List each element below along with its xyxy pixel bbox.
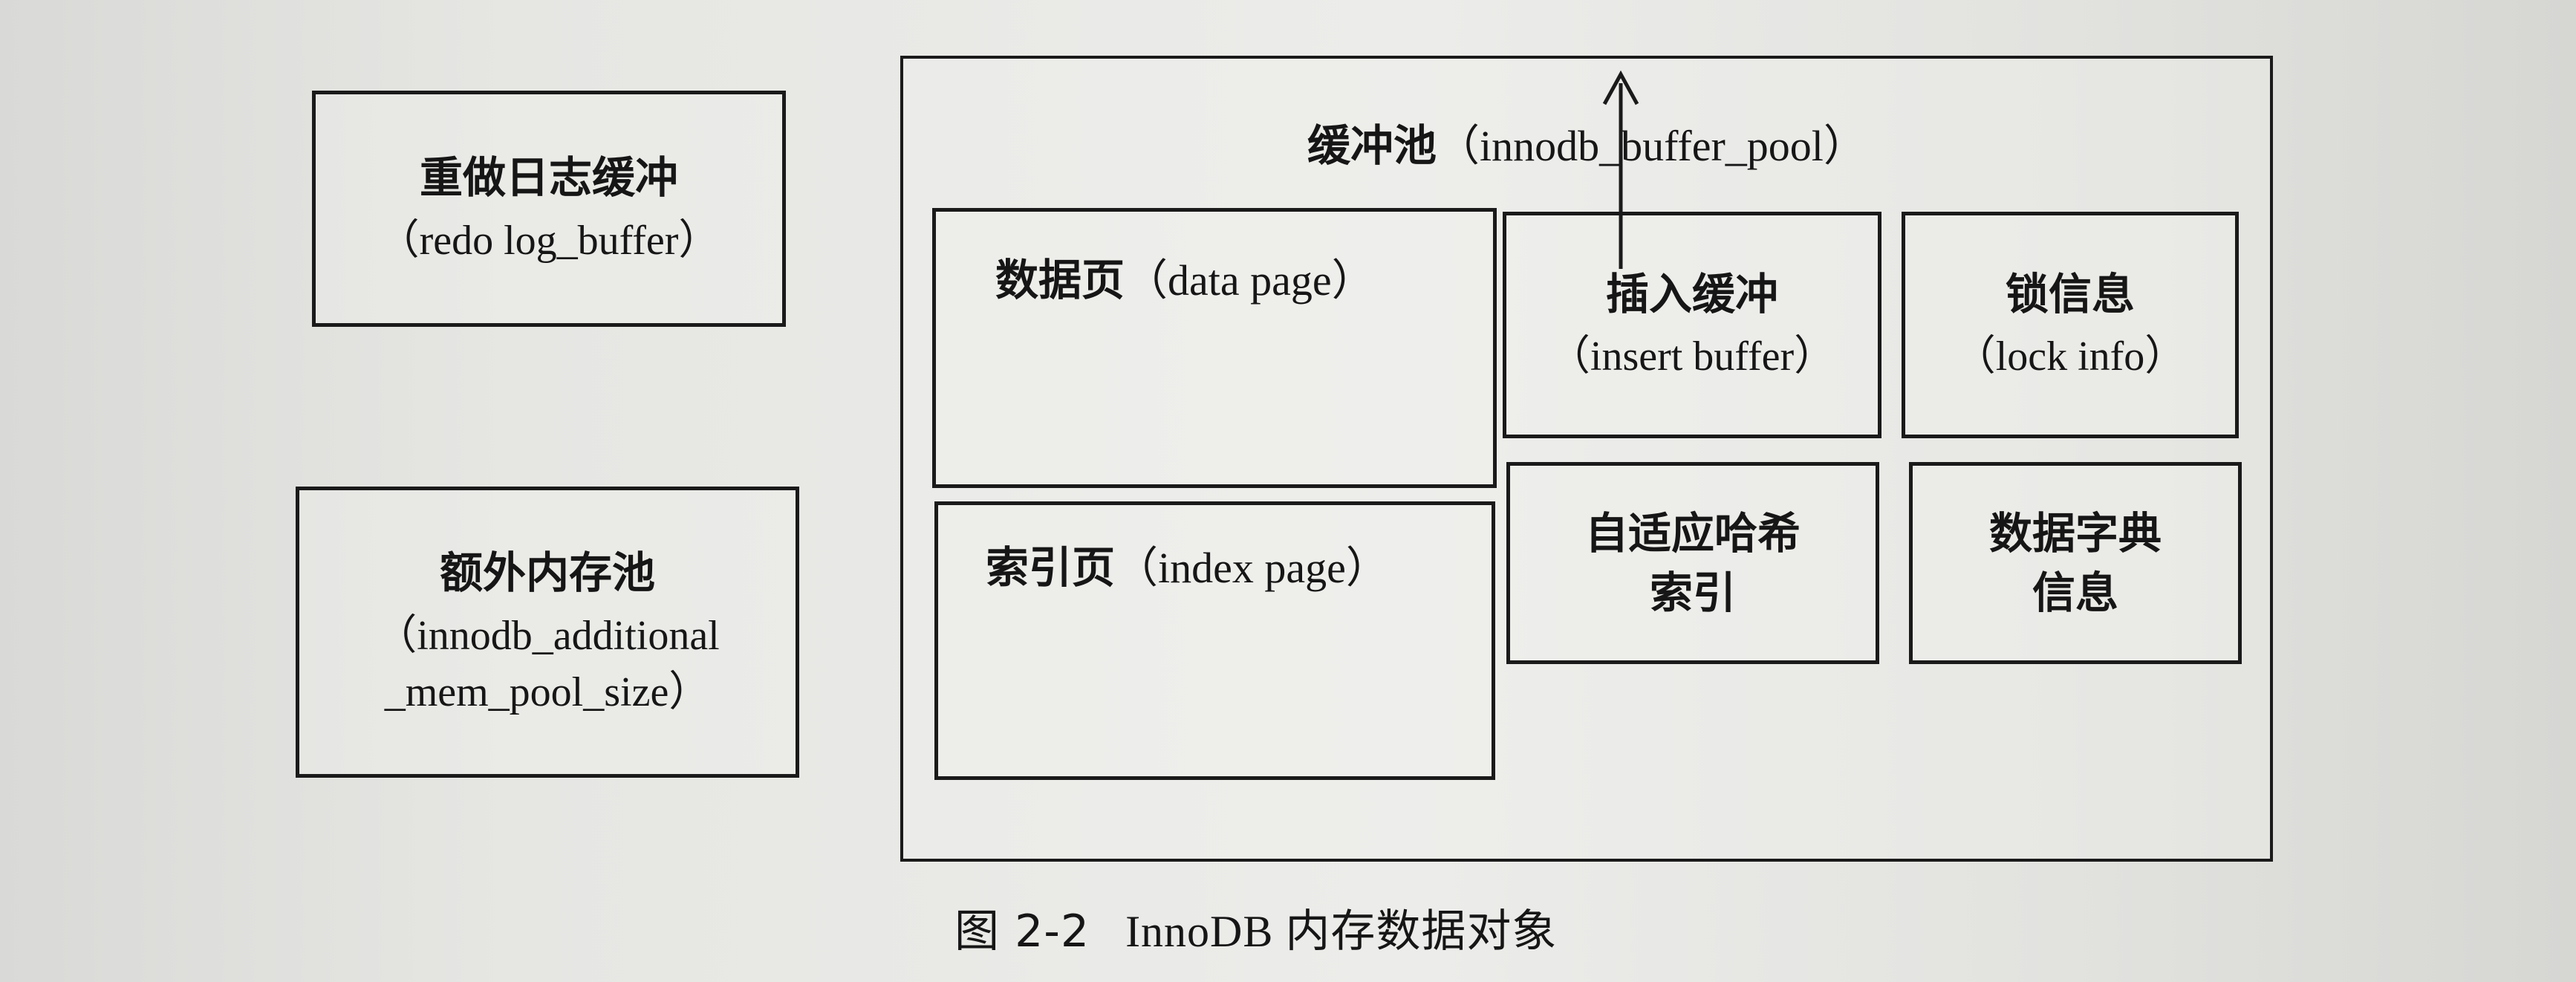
arrow-layer (1602, 70, 1639, 269)
figure-title-en: InnoDB (1125, 907, 1274, 956)
figure-title-cn: 内存数据对象 (1285, 905, 1558, 957)
figure-caption: 图 2-2 InnoDB 内存数据对象 (954, 895, 1557, 960)
diagram-page: 重做日志缓冲 （redo log_buffer） 额外内存池 （innodb_a… (0, 0, 2576, 982)
figure-number: 图 2-2 (954, 905, 1090, 957)
